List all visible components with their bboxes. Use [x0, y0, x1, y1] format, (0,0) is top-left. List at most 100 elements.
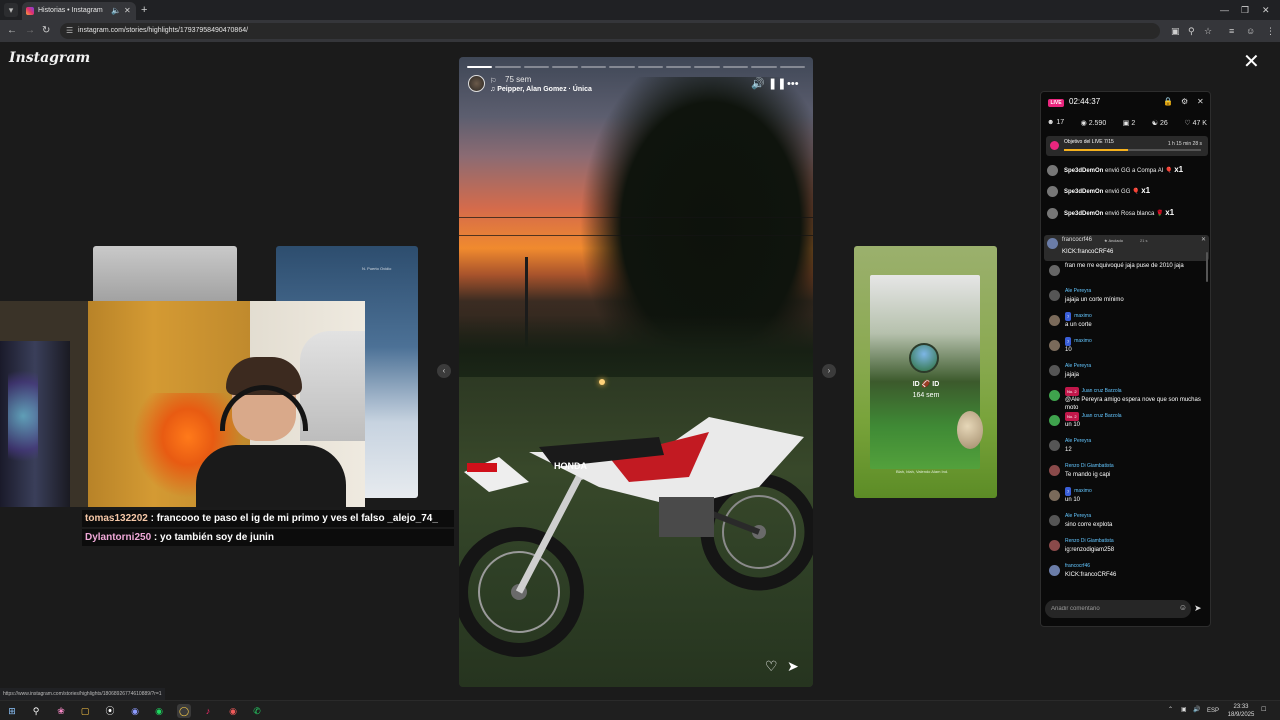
previous-story-icon[interactable]: ‹ — [437, 364, 451, 378]
story-progress-segment — [495, 66, 521, 68]
share-send-icon[interactable]: ➤ — [787, 658, 799, 675]
streamer-body — [196, 445, 346, 507]
obs-icon[interactable]: ◉ — [226, 704, 240, 718]
volume-tray-icon[interactable]: 🔊 — [1193, 706, 1200, 714]
discord-icon[interactable]: ◉ — [128, 704, 142, 718]
goal-count: 7/15 — [1104, 139, 1114, 145]
tab-search-icon[interactable]: ▾ — [4, 3, 18, 17]
address-bar[interactable]: ☰ instagram.com/stories/highlights/17937… — [60, 23, 1160, 39]
goal-label-text: Objetivo del LIVE — [1064, 139, 1103, 145]
avatar — [1049, 390, 1060, 401]
new-tab-button[interactable]: + — [141, 2, 147, 18]
gift-action: envió Rosa blanca — [1105, 211, 1155, 217]
clock[interactable]: 23:33 18/9/2025 — [1224, 703, 1258, 719]
maximize-button[interactable]: ❐ — [1241, 2, 1249, 18]
site-info-icon[interactable]: ☰ — [66, 23, 73, 39]
settings-icon[interactable]: ⚙ — [1181, 97, 1188, 106]
live-comment[interactable]: Ale Pereyra sino corre explota — [1047, 512, 1205, 537]
story-progress-segment — [722, 66, 749, 68]
gift-action: envió GG a Compa AI — [1105, 168, 1164, 174]
browser-menu-icon[interactable]: ⋮ — [1266, 23, 1275, 39]
network-icon[interactable]: ▣ — [1181, 706, 1187, 714]
stat-shares-value: 26 — [1160, 120, 1168, 127]
minimize-button[interactable]: — — [1220, 2, 1229, 18]
gift-action: envió GG — [1105, 189, 1131, 195]
pc-case — [0, 341, 70, 507]
next-story-icon[interactable]: › — [822, 364, 836, 378]
send-icon[interactable]: ➤ — [1194, 603, 1202, 614]
stat-users: ☻ 17 — [1047, 119, 1065, 126]
instagram-favicon-icon — [26, 7, 34, 15]
live-comment[interactable]: francocrf46 KICK:francoCRF46 — [1047, 562, 1205, 587]
pinned-comment[interactable]: francocrf46 ★ Anclado 21 s ✕ KICK:franco… — [1044, 235, 1209, 261]
close-panel-icon[interactable]: ✕ — [1197, 97, 1204, 106]
comment-user: Ale Pereyra — [1065, 288, 1092, 294]
gift-count: x1 — [1141, 186, 1151, 195]
instagram-logo[interactable]: Instagram — [9, 50, 90, 66]
pause-icon[interactable]: ❚❚ — [768, 78, 786, 90]
chrome-icon[interactable]: ◯ — [177, 704, 191, 718]
live-comment[interactable]: Renzo Di Giambatista ig:renzodigiam258 — [1047, 537, 1205, 562]
live-comment[interactable]: No. 2 Juan cruz Barzola @Ale Pereyra amigo… — [1047, 387, 1205, 412]
volume-icon[interactable]: 🔊 — [751, 78, 765, 90]
comment-composer[interactable]: ☺ — [1045, 600, 1191, 618]
comment-text: a un corte — [1065, 322, 1092, 328]
steelseries-icon[interactable]: ⦿ — [103, 704, 117, 718]
language-indicator[interactable]: ESP — [1207, 707, 1219, 715]
avatar[interactable] — [468, 75, 485, 92]
close-window-button[interactable]: ✕ — [1262, 2, 1270, 18]
avatar — [1049, 315, 1060, 326]
close-stories-icon[interactable]: ✕ — [1243, 52, 1260, 72]
file-explorer-icon[interactable]: ▢ — [78, 704, 92, 718]
comment-input[interactable] — [1051, 600, 1171, 618]
reading-list-icon[interactable]: ≡ — [1229, 23, 1234, 39]
forward-button[interactable]: → — [25, 23, 35, 39]
power-line — [459, 235, 813, 236]
live-comment[interactable]: Renzo Di Giambatista Te mando ig capi — [1047, 462, 1205, 487]
live-comment[interactable]: 7 maximo a un corte — [1047, 312, 1205, 337]
tab-audio-icon[interactable]: 🔈 — [111, 2, 121, 20]
browser-tabstrip: ▾ Historias • Instagram 🔈 ✕ + — ❐ ✕ — [0, 0, 1280, 20]
notifications-icon[interactable]: ☐ — [1261, 706, 1266, 714]
story-music-label[interactable]: ♫ Peipper, Alan Gomez · Única — [490, 86, 592, 93]
pinned-user: francocrf46 — [1062, 237, 1093, 243]
unpin-close-icon[interactable]: ✕ — [1201, 236, 1206, 243]
live-comment[interactable]: Ale Pereyra 12 — [1047, 437, 1205, 462]
browser-tab[interactable]: Historias • Instagram 🔈 ✕ — [22, 2, 136, 20]
install-app-icon[interactable]: ▣ — [1171, 23, 1180, 39]
reload-button[interactable]: ↻ — [42, 23, 50, 39]
live-comment[interactable]: Ale Pereyra jajaja — [1047, 362, 1205, 387]
tray-overflow-icon[interactable]: ⌃ — [1168, 706, 1173, 714]
live-comment[interactable]: fran me rre equivoqué jaja puse de 2010 … — [1047, 262, 1205, 287]
live-comment[interactable]: Ale Pereyra jajaja un corte mínimo — [1047, 287, 1205, 312]
avatar — [1049, 440, 1060, 451]
comment-user: Renzo Di Giambatista — [1065, 463, 1114, 469]
more-options-icon[interactable]: ••• — [787, 78, 799, 90]
live-comment[interactable]: 7 maximo un 10 — [1047, 487, 1205, 512]
bookmark-star-icon[interactable]: ☆ — [1204, 23, 1212, 39]
windows-start-icon[interactable]: ⊞ — [5, 704, 19, 718]
live-goal[interactable]: Objetivo del LIVE 7/15 1 h 15 min 28 s — [1046, 136, 1208, 156]
comment-badge: No. 2 — [1065, 387, 1079, 396]
back-button[interactable]: ← — [7, 23, 17, 39]
story-viewer[interactable]: HONDA ⚐ 75 sem ♫ Peipper, Alan Gomez · Ú… — [459, 57, 813, 687]
like-heart-icon[interactable]: ♡ — [765, 658, 778, 675]
link-status-bubble: https://www.instagram.com/stories/highli… — [0, 688, 165, 700]
spotify-icon[interactable]: ◉ — [152, 704, 166, 718]
stream-chat-text: : francooo te paso el ig de mi primo y v… — [147, 513, 438, 524]
search-icon[interactable]: ⚲ — [29, 704, 43, 718]
story-preview-card[interactable]: Blah, blah, Valendo Alam Ind. ID 🏈 ID 16… — [854, 246, 997, 498]
live-comment[interactable]: No. 2 Juan cruz Barzola un 10 — [1047, 412, 1205, 437]
whatsapp-icon[interactable]: ✆ — [250, 704, 264, 718]
tab-close-icon[interactable]: ✕ — [124, 2, 131, 20]
comments-scrollbar[interactable] — [1206, 252, 1208, 282]
profile-icon[interactable]: ☺ — [1246, 23, 1255, 39]
emoji-icon[interactable]: ☺ — [1179, 603, 1187, 612]
stream-chat-text: : yo también soy de junin — [151, 532, 274, 543]
copilot-icon[interactable]: ❀ — [54, 704, 68, 718]
tiktok-icon[interactable]: ♪ — [201, 704, 215, 718]
zoom-icon[interactable]: ⚲ — [1188, 23, 1195, 39]
lock-icon[interactable]: 🔒 — [1163, 97, 1173, 106]
comment-user-line: Ale Pereyra — [1065, 362, 1205, 371]
live-comment[interactable]: 7 maximo 10 — [1047, 337, 1205, 362]
